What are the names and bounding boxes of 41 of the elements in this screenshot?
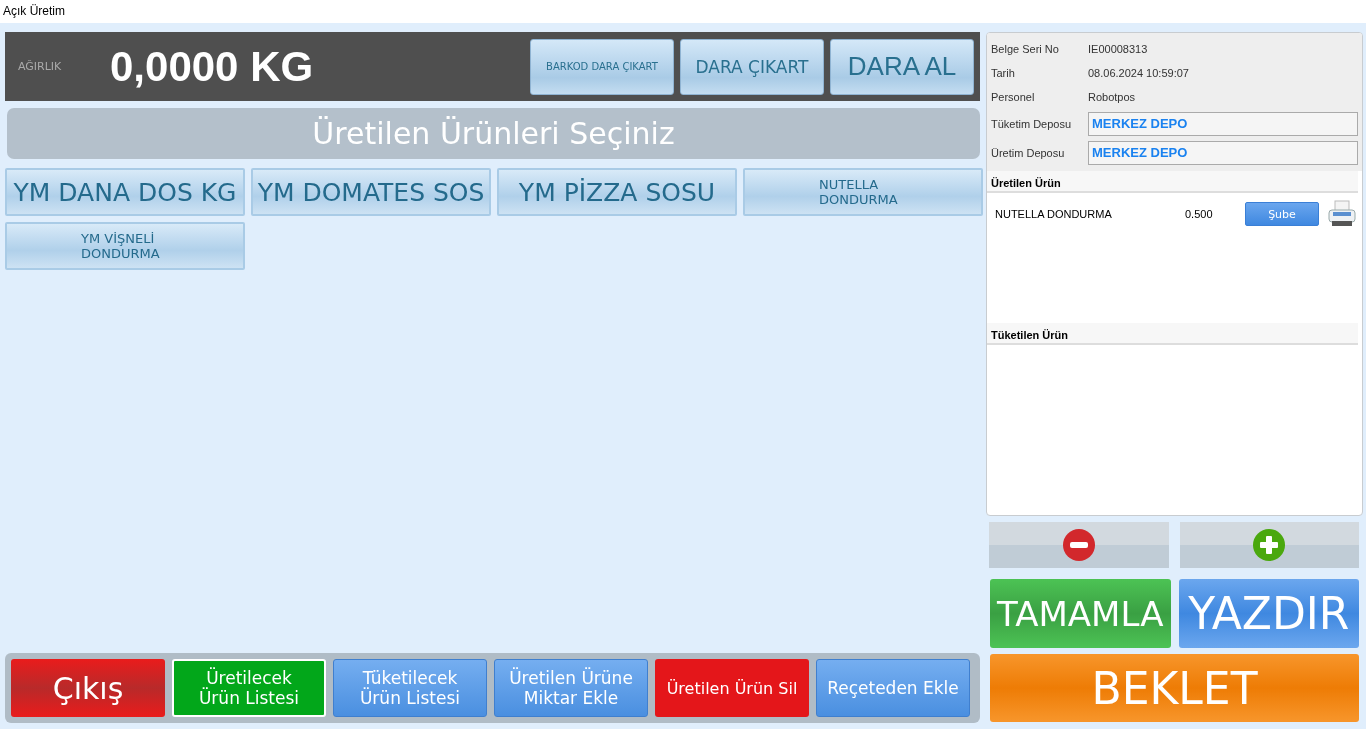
action-button[interactable]: Tüketilecek Ürün Listesi [333, 659, 487, 717]
tare-button[interactable]: DARA AL [830, 38, 974, 95]
remove-button[interactable] [989, 522, 1169, 568]
field-label: Tüketim Deposu [991, 117, 1073, 130]
tare-button[interactable]: DARA ÇIKART [680, 38, 824, 95]
action-button[interactable]: Üretilecek Ürün Listesi [172, 659, 326, 717]
add-button[interactable] [1179, 522, 1359, 568]
action-button[interactable]: Çıkış [11, 659, 165, 717]
field-value: IE00008313 [1088, 43, 1148, 55]
warehouse-field[interactable]: MERKEZ DEPO [1088, 140, 1358, 165]
complete-button[interactable]: TAMAMLA [990, 579, 1171, 648]
field-label: Üretim Deposu [991, 146, 1066, 159]
field-label: Tarih [991, 67, 1016, 79]
action-button[interactable]: Üretilen Ürüne Miktar Ekle [494, 659, 648, 717]
product-quantity: 0.500 [1185, 208, 1214, 220]
tare-button[interactable]: BARKOD DARA ÇIKART [530, 38, 674, 95]
field-value: Robotpos [1088, 91, 1136, 103]
field-value: 08.06.2024 10:59:07 [1088, 67, 1189, 79]
warehouse-field[interactable]: MERKEZ DEPO [1088, 111, 1358, 136]
product-button[interactable]: YM PİZZA SOSU [497, 168, 737, 216]
minus-icon [1061, 528, 1096, 562]
plus-icon [1252, 528, 1287, 562]
product-button[interactable]: YM VİŞNELİ DONDURMA [5, 222, 245, 270]
action-button[interactable]: Reçeteden Ekle [816, 659, 970, 717]
section-header: Üretilen Ürünleri Seçiniz [7, 108, 980, 159]
product-button[interactable]: YM DOMATES SOS [251, 168, 491, 216]
window-title: Açık Üretim [0, 0, 1366, 23]
product-button[interactable]: YM DANA DOS KG [5, 168, 245, 216]
weight-label: AĞIRLIK [18, 60, 63, 73]
section-title: Tüketilen Ürün [987, 323, 1358, 345]
print-button[interactable]: YAZDIR [1178, 579, 1359, 648]
hold-button[interactable]: BEKLET [990, 654, 1359, 722]
field-label: Personel [991, 91, 1036, 103]
branch-button[interactable]: Şube [1245, 202, 1319, 226]
weight-value: 0,0000 KG [110, 42, 315, 91]
product-name: NUTELLA DONDURMA [995, 208, 1113, 220]
field-label: Belge Seri No [991, 43, 1060, 55]
product-button[interactable]: NUTELLA DONDURMA [743, 168, 983, 216]
section-title: Üretilen Ürün [987, 171, 1358, 193]
action-button[interactable]: Üretilen Ürün Sil [655, 659, 809, 717]
printer-icon[interactable] [1327, 199, 1357, 229]
